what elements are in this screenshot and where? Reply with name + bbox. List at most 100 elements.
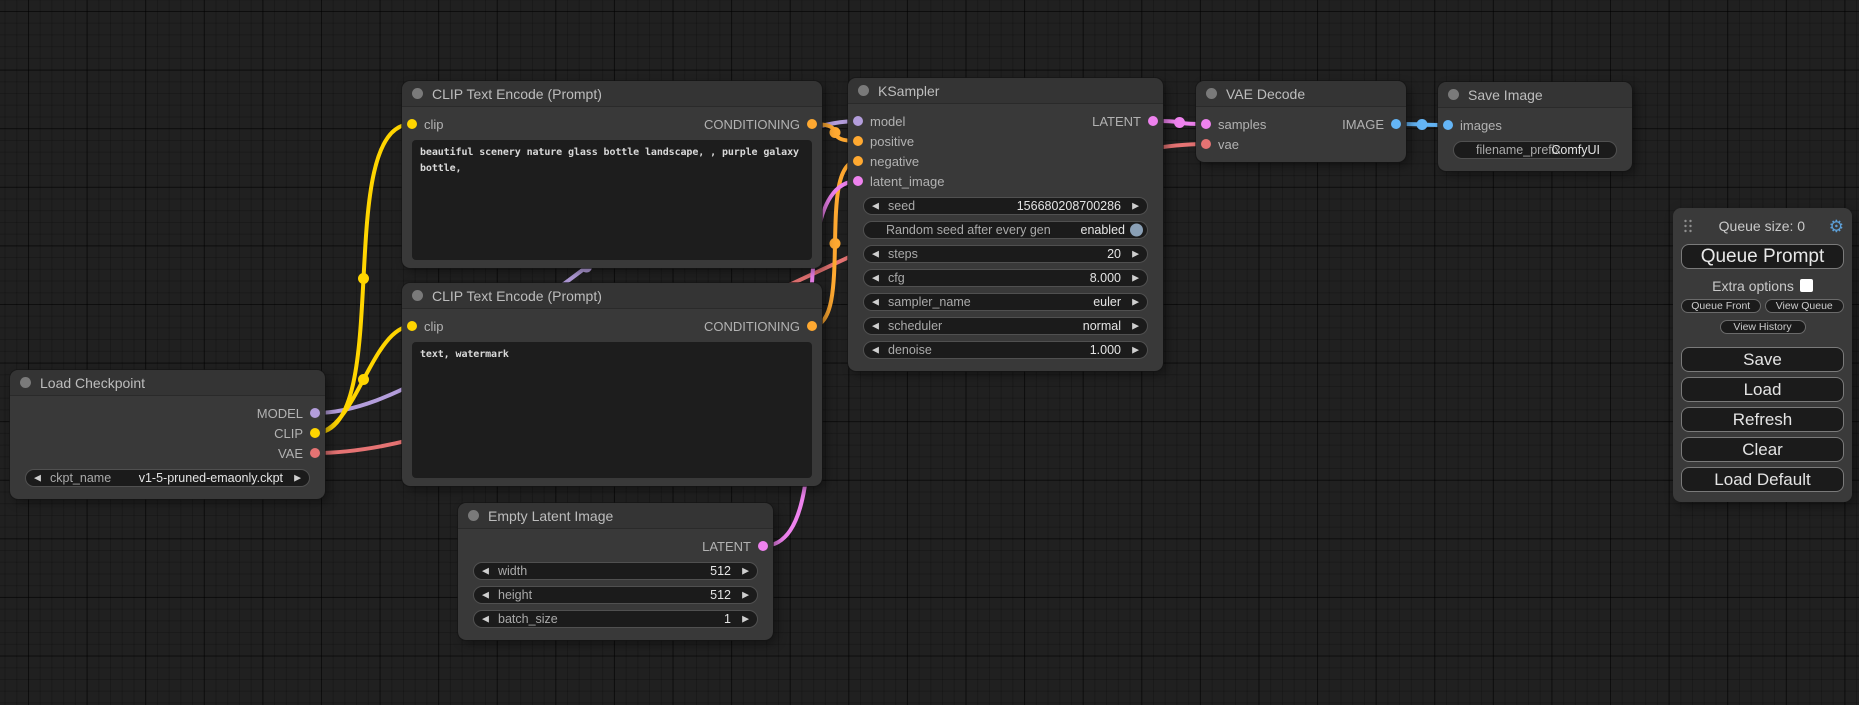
- load-default-button[interactable]: Load Default: [1681, 467, 1844, 492]
- widget-steps[interactable]: ◀▶steps20: [863, 245, 1148, 263]
- comfyui-canvas[interactable]: Load CheckpointMODELCLIPVAE◀▶ckpt_namev1…: [0, 0, 1859, 705]
- node-title-bar[interactable]: Empty Latent Image: [458, 503, 773, 529]
- prompt-textarea[interactable]: text, watermark: [412, 342, 812, 478]
- node-vae-decode[interactable]: VAE Decode samples IMAGE vae: [1196, 81, 1406, 162]
- view-history-button[interactable]: View History: [1720, 320, 1806, 334]
- slot-dot[interactable]: [1443, 120, 1453, 130]
- extra-options-checkbox[interactable]: [1800, 279, 1813, 292]
- prompt-textarea[interactable]: beautiful scenery nature glass bottle la…: [412, 140, 812, 260]
- output-slot-conditioning[interactable]: CONDITIONING: [704, 316, 817, 336]
- output-slot-model[interactable]: MODEL: [257, 403, 320, 423]
- increment-arrow-icon[interactable]: ▶: [1132, 322, 1139, 331]
- slot-dot[interactable]: [310, 428, 320, 438]
- node-save-image[interactable]: Save Image images filename_prefixComfyUI: [1438, 82, 1632, 171]
- queue-front-button[interactable]: Queue Front: [1681, 299, 1761, 313]
- widget-width[interactable]: ◀▶width512: [473, 562, 758, 580]
- widget-filename-prefix[interactable]: filename_prefixComfyUI: [1453, 141, 1617, 159]
- decrement-arrow-icon[interactable]: ◀: [872, 250, 879, 259]
- slot-dot[interactable]: [853, 156, 863, 166]
- slot-dot[interactable]: [1148, 116, 1158, 126]
- increment-arrow-icon[interactable]: ▶: [1132, 346, 1139, 355]
- input-slot-latent-image[interactable]: latent_image: [853, 171, 944, 191]
- node-title-bar[interactable]: CLIP Text Encode (Prompt): [402, 81, 822, 107]
- save-button[interactable]: Save: [1681, 347, 1844, 372]
- collapse-dot[interactable]: [858, 85, 869, 96]
- decrement-arrow-icon[interactable]: ◀: [482, 567, 489, 576]
- collapse-dot[interactable]: [1206, 88, 1217, 99]
- node-clip-text-encode-positive[interactable]: CLIP Text Encode (Prompt) clip CONDITIONIN…: [402, 81, 822, 268]
- widget-height[interactable]: ◀▶height512: [473, 586, 758, 604]
- decrement-arrow-icon[interactable]: ◀: [34, 474, 41, 483]
- slot-dot[interactable]: [853, 116, 863, 126]
- decrement-arrow-icon[interactable]: ◀: [482, 591, 489, 600]
- decrement-arrow-icon[interactable]: ◀: [482, 615, 489, 624]
- slot-dot[interactable]: [310, 408, 320, 418]
- input-slot-negative[interactable]: negative: [853, 151, 919, 171]
- decrement-arrow-icon[interactable]: ◀: [872, 298, 879, 307]
- widget-batch-size[interactable]: ◀▶batch_size1: [473, 610, 758, 628]
- output-slot-latent[interactable]: LATENT: [1092, 111, 1158, 131]
- input-slot-samples[interactable]: samples: [1201, 114, 1266, 134]
- decrement-arrow-icon[interactable]: ◀: [872, 202, 879, 211]
- node-title-bar[interactable]: VAE Decode: [1196, 81, 1406, 107]
- panel-drag-handle-icon[interactable]: [1681, 218, 1695, 234]
- slot-dot[interactable]: [407, 119, 417, 129]
- increment-arrow-icon[interactable]: ▶: [1132, 298, 1139, 307]
- node-title-bar[interactable]: CLIP Text Encode (Prompt): [402, 283, 822, 309]
- view-queue-button[interactable]: View Queue: [1765, 299, 1845, 313]
- output-slot-vae[interactable]: VAE: [278, 443, 320, 463]
- slot-dot[interactable]: [1201, 119, 1211, 129]
- increment-arrow-icon[interactable]: ▶: [1132, 274, 1139, 283]
- input-slot-clip[interactable]: clip: [407, 316, 444, 336]
- node-load-checkpoint[interactable]: Load CheckpointMODELCLIPVAE◀▶ckpt_namev1…: [10, 370, 325, 499]
- input-slot-model[interactable]: model: [853, 111, 905, 131]
- output-slot-latent[interactable]: LATENT: [702, 536, 768, 556]
- input-slot-images[interactable]: images: [1443, 115, 1502, 135]
- collapse-dot[interactable]: [468, 510, 479, 521]
- output-slot-image[interactable]: IMAGE: [1342, 114, 1401, 134]
- refresh-button[interactable]: Refresh: [1681, 407, 1844, 432]
- decrement-arrow-icon[interactable]: ◀: [872, 274, 879, 283]
- node-title-bar[interactable]: Save Image: [1438, 82, 1632, 108]
- node-clip-text-encode-negative[interactable]: CLIP Text Encode (Prompt) clip CONDITIONIN…: [402, 283, 822, 486]
- slot-dot[interactable]: [853, 176, 863, 186]
- decrement-arrow-icon[interactable]: ◀: [872, 322, 879, 331]
- output-slot-conditioning[interactable]: CONDITIONING: [704, 114, 817, 134]
- slot-dot[interactable]: [853, 136, 863, 146]
- node-ksampler[interactable]: KSampler model LATENT positivenegativelaten…: [848, 78, 1163, 371]
- clear-button[interactable]: Clear: [1681, 437, 1844, 462]
- slot-dot[interactable]: [807, 119, 817, 129]
- increment-arrow-icon[interactable]: ▶: [1132, 202, 1139, 211]
- collapse-dot[interactable]: [1448, 89, 1459, 100]
- node-title-bar[interactable]: Load Checkpoint: [10, 370, 325, 396]
- output-slot-clip[interactable]: CLIP: [274, 423, 320, 443]
- collapse-dot[interactable]: [412, 290, 423, 301]
- input-slot-vae[interactable]: vae: [1201, 134, 1239, 154]
- increment-arrow-icon[interactable]: ▶: [742, 567, 749, 576]
- widget-ckpt-name[interactable]: ◀▶ckpt_namev1-5-pruned-emaonly.ckpt: [25, 469, 310, 487]
- node-empty-latent-image[interactable]: Empty Latent ImageLATENT◀▶width512◀▶heig…: [458, 503, 773, 640]
- node-title-bar[interactable]: KSampler: [848, 78, 1163, 104]
- load-button[interactable]: Load: [1681, 377, 1844, 402]
- slot-dot[interactable]: [1391, 119, 1401, 129]
- widget-denoise[interactable]: ◀▶denoise1.000: [863, 341, 1148, 359]
- collapse-dot[interactable]: [412, 88, 423, 99]
- increment-arrow-icon[interactable]: ▶: [742, 615, 749, 624]
- slot-dot[interactable]: [758, 541, 768, 551]
- widget-scheduler[interactable]: ◀▶schedulernormal: [863, 317, 1148, 335]
- slot-dot[interactable]: [407, 321, 417, 331]
- slot-dot[interactable]: [1201, 139, 1211, 149]
- collapse-dot[interactable]: [20, 377, 31, 388]
- widget-sampler-name[interactable]: ◀▶sampler_nameeuler: [863, 293, 1148, 311]
- input-slot-clip[interactable]: clip: [407, 114, 444, 134]
- queue-prompt-button[interactable]: Queue Prompt: [1681, 244, 1844, 269]
- slot-dot[interactable]: [807, 321, 817, 331]
- widget-random-seed-after-every-gen[interactable]: Random seed after every genenabled: [863, 221, 1148, 239]
- toggle-dot[interactable]: [1130, 224, 1143, 237]
- widget-cfg[interactable]: ◀▶cfg8.000: [863, 269, 1148, 287]
- increment-arrow-icon[interactable]: ▶: [1132, 250, 1139, 259]
- input-slot-positive[interactable]: positive: [853, 131, 914, 151]
- increment-arrow-icon[interactable]: ▶: [294, 474, 301, 483]
- widget-seed[interactable]: ◀▶seed156680208700286: [863, 197, 1148, 215]
- increment-arrow-icon[interactable]: ▶: [742, 591, 749, 600]
